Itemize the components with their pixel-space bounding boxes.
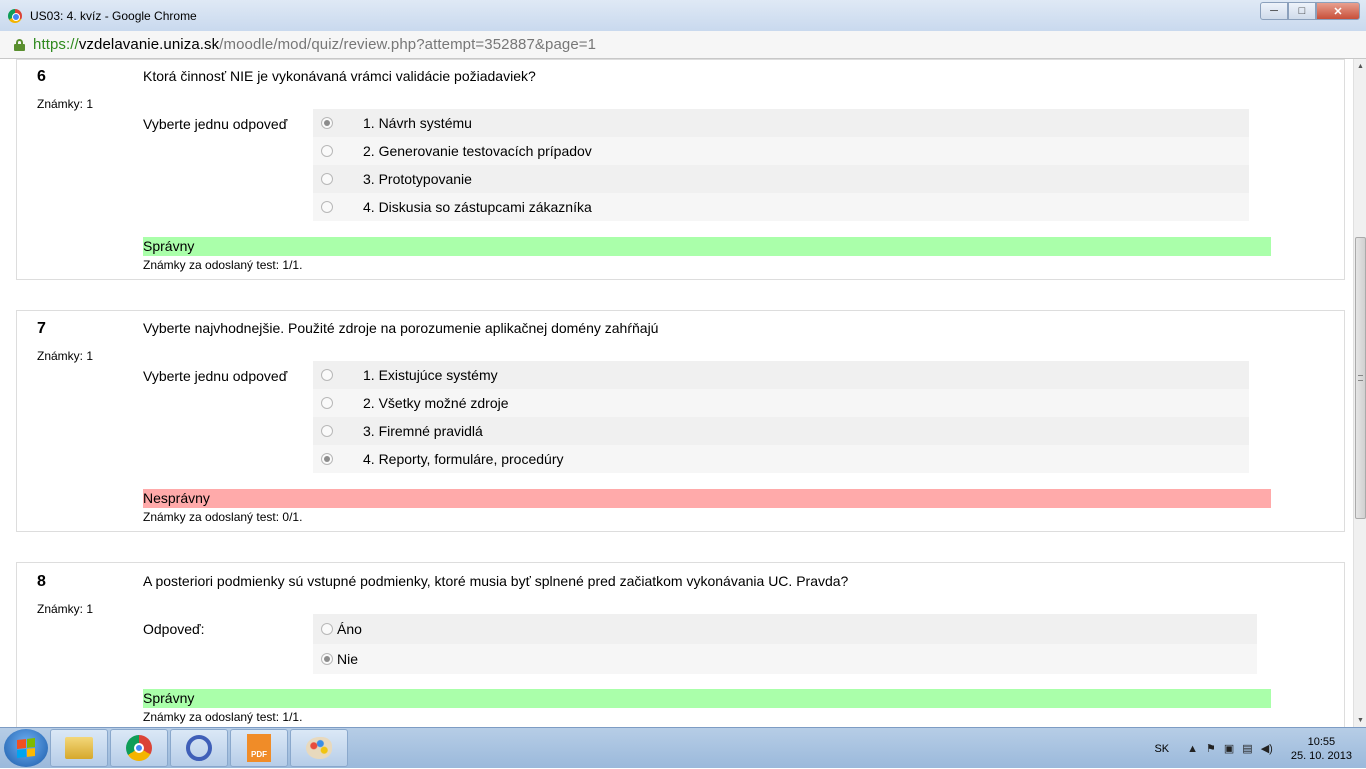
page-content: 6 Známky: 1 Ktorá činnosť NIE je vykonáv…	[0, 59, 1353, 727]
radio-selected[interactable]	[321, 653, 333, 665]
scroll-thumb[interactable]	[1355, 237, 1366, 519]
taskbar: PDF SK ▲ ⚑ ▣ ▤ ◀) 10:55 25. 10. 2013	[0, 727, 1366, 768]
scroll-up-arrow-icon[interactable]: ▲	[1354, 59, 1366, 73]
radio[interactable]	[321, 425, 333, 437]
answer-prompt: Odpoveď:	[143, 621, 205, 637]
mark-result: Známky za odoslaný test: 1/1.	[143, 710, 303, 724]
chrome-icon	[126, 735, 152, 761]
feedback-correct: Správny	[143, 689, 1271, 708]
grip-icon	[1358, 375, 1363, 381]
question-number: 8	[37, 573, 46, 590]
taskbar-paint[interactable]	[290, 729, 348, 767]
radio[interactable]	[321, 145, 333, 157]
answer-option[interactable]: Áno	[313, 614, 1257, 644]
question-8: 8 Známky: 1 A posteriori podmienky sú vs…	[16, 562, 1345, 727]
action-center-flag-icon[interactable]: ⚑	[1206, 742, 1216, 755]
paint-palette-icon	[306, 737, 332, 759]
question-text: A posteriori podmienky sú vstupné podmie…	[143, 573, 849, 589]
radio[interactable]	[321, 397, 333, 409]
chrome-icon	[8, 8, 22, 23]
scroll-down-arrow-icon[interactable]: ▼	[1354, 713, 1366, 727]
answer-label: 4. Reporty, formuláre, procedúry	[363, 451, 564, 467]
start-button[interactable]	[4, 729, 48, 767]
clock-date: 25. 10. 2013	[1290, 749, 1352, 762]
answer-list: 1. Návrh systému 2. Generovanie testovac…	[313, 109, 1249, 221]
mark-result: Známky za odoslaný test: 1/1.	[143, 258, 303, 272]
answer-label: 3. Firemné pravidlá	[363, 423, 483, 439]
network-icon[interactable]: ▤	[1242, 742, 1252, 755]
clock-time: 10:55	[1307, 735, 1336, 748]
radio[interactable]	[321, 173, 333, 185]
question-marks: Známky: 1	[37, 97, 94, 111]
system-tray: SK ▲ ⚑ ▣ ▤ ◀) 10:55 25. 10. 2013	[1154, 728, 1366, 769]
lock-icon	[14, 38, 25, 51]
pdf-icon: PDF	[247, 734, 271, 762]
minimize-button[interactable]: ─	[1260, 2, 1288, 20]
answer-prompt: Vyberte jednu odpoveď	[143, 368, 288, 384]
answer-label: 1. Návrh systému	[363, 115, 472, 131]
question-number: 6	[37, 68, 46, 85]
taskbar-explorer[interactable]	[50, 729, 108, 767]
question-text: Ktorá činnosť NIE je vykonávaná vrámci v…	[143, 68, 536, 84]
window-titlebar: US03: 4. kvíz - Google Chrome ─ □ ✕	[0, 0, 1366, 31]
answer-label: 2. Generovanie testovacích prípadov	[363, 143, 592, 159]
url-text[interactable]: https://vzdelavanie.uniza.sk/moodle/mod/…	[33, 36, 596, 53]
answer-option[interactable]: 1. Existujúce systémy	[313, 361, 1249, 389]
answer-option[interactable]: 2. Generovanie testovacích prípadov	[313, 137, 1249, 165]
clock[interactable]: 10:55 25. 10. 2013	[1291, 735, 1352, 763]
feedback-incorrect: Nesprávny	[143, 489, 1271, 508]
radio-selected[interactable]	[321, 117, 333, 129]
window-controls: ─ □ ✕	[1260, 2, 1360, 20]
taskbar-app-spiral[interactable]	[170, 729, 228, 767]
question-text: Vyberte najvhodnejšie. Použité zdroje na…	[143, 320, 659, 336]
feedback-correct: Správny	[143, 237, 1271, 256]
radio-selected[interactable]	[321, 453, 333, 465]
answer-list: Áno Nie	[313, 614, 1257, 674]
answer-option[interactable]: Nie	[313, 644, 1257, 674]
question-marks: Známky: 1	[37, 602, 94, 616]
language-indicator[interactable]: SK	[1154, 743, 1169, 755]
answer-option[interactable]: 4. Diskusia so zástupcami zákazníka	[313, 193, 1249, 221]
radio[interactable]	[321, 623, 333, 635]
answer-option[interactable]: 1. Návrh systému	[313, 109, 1249, 137]
answer-option[interactable]: 2. Všetky možné zdroje	[313, 389, 1249, 417]
spiral-app-icon	[186, 735, 212, 761]
question-6: 6 Známky: 1 Ktorá činnosť NIE je vykonáv…	[16, 59, 1345, 280]
radio[interactable]	[321, 369, 333, 381]
answer-label: 4. Diskusia so zástupcami zákazníka	[363, 199, 592, 215]
url-path: /moodle/mod/quiz/review.php?attempt=3528…	[219, 36, 597, 53]
maximize-button[interactable]: □	[1288, 2, 1316, 20]
answer-label: Áno	[337, 621, 362, 637]
show-hidden-icons-icon[interactable]: ▲	[1187, 743, 1198, 755]
url-scheme: https://	[33, 36, 79, 53]
answer-label: 2. Všetky možné zdroje	[363, 395, 509, 411]
answer-option[interactable]: 3. Prototypovanie	[313, 165, 1249, 193]
folder-icon	[65, 737, 93, 759]
question-7: 7 Známky: 1 Vyberte najvhodnejšie. Použi…	[16, 310, 1345, 532]
answer-option[interactable]: 4. Reporty, formuláre, procedúry	[313, 445, 1249, 473]
windows-logo-icon	[17, 738, 35, 758]
vertical-scrollbar[interactable]: ▲ ▼	[1353, 59, 1366, 727]
taskbar-pdf[interactable]: PDF	[230, 729, 288, 767]
url-host: vzdelavanie.uniza.sk	[78, 36, 220, 53]
question-number: 7	[37, 320, 46, 337]
answer-label: 1. Existujúce systémy	[363, 367, 498, 383]
question-marks: Známky: 1	[37, 349, 94, 363]
radio[interactable]	[321, 201, 333, 213]
window-title: US03: 4. kvíz - Google Chrome	[30, 8, 197, 23]
answer-list: 1. Existujúce systémy 2. Všetky možné zd…	[313, 361, 1249, 473]
taskbar-chrome[interactable]	[110, 729, 168, 767]
volume-icon[interactable]: ◀)	[1261, 742, 1273, 755]
answer-prompt: Vyberte jednu odpoveď	[143, 116, 288, 132]
mark-result: Známky za odoslaný test: 0/1.	[143, 510, 303, 524]
close-button[interactable]: ✕	[1316, 2, 1360, 20]
answer-label: 3. Prototypovanie	[363, 171, 472, 187]
answer-label: Nie	[337, 651, 359, 667]
address-bar[interactable]: https://vzdelavanie.uniza.sk/moodle/mod/…	[0, 31, 1366, 59]
device-icon[interactable]: ▣	[1224, 742, 1234, 755]
answer-option[interactable]: 3. Firemné pravidlá	[313, 417, 1249, 445]
